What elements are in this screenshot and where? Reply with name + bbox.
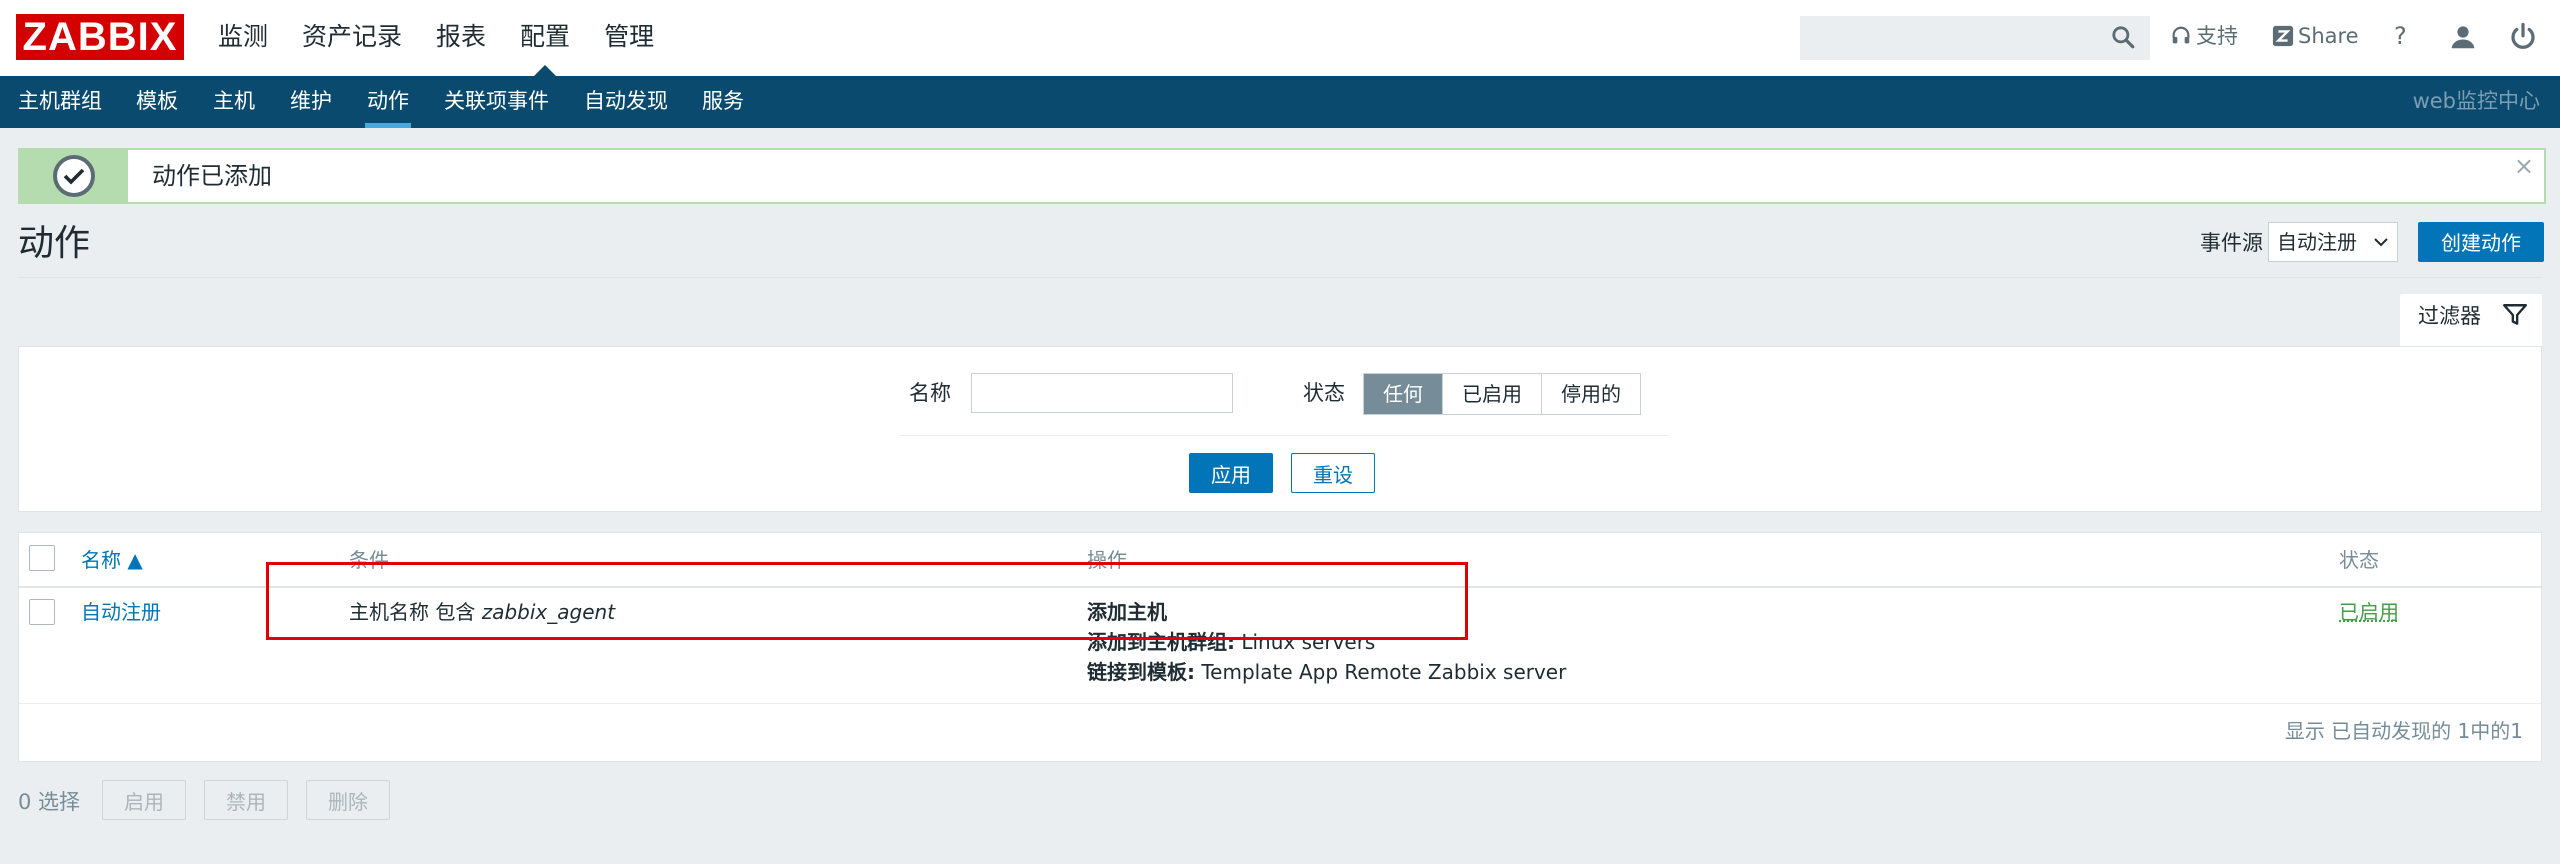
chevron-down-icon [2374, 238, 2388, 247]
message-text: 动作已添加 [152, 162, 272, 190]
row-divider [19, 703, 2541, 704]
create-action-button[interactable]: 创建动作 [2418, 222, 2544, 262]
menu-monitoring[interactable]: 监测 [218, 0, 268, 76]
user-profile-icon[interactable] [2448, 22, 2478, 52]
status-option-enabled[interactable]: 已启用 [1442, 374, 1541, 414]
sub-navigation: 主机群组 模板 主机 维护 动作 关联项事件 自动发现 服务 web监控中心 [0, 76, 2560, 128]
filter-panel: 名称 状态 任何 已启用 停用的 应用 重设 [18, 346, 2542, 512]
operation-3-label: 链接到模板: [1087, 660, 1195, 684]
status-segmented-control: 任何 已启用 停用的 [1363, 373, 1641, 415]
apply-button[interactable]: 应用 [1189, 453, 1273, 493]
filter-tab[interactable]: 过滤器 [2400, 294, 2542, 346]
filter-tab-label: 过滤器 [2418, 304, 2481, 328]
subnav-templates[interactable]: 模板 [136, 76, 178, 128]
menu-administration[interactable]: 管理 [604, 0, 654, 76]
menu-reports[interactable]: 报表 [436, 0, 486, 76]
select-all-checkbox[interactable] [29, 545, 55, 571]
page-title: 动作 [18, 223, 91, 264]
reset-button[interactable]: 重设 [1291, 453, 1375, 493]
subnav-maintenance[interactable]: 维护 [290, 76, 332, 128]
status-option-any[interactable]: 任何 [1364, 374, 1442, 414]
status-enabled-link[interactable]: 已启用 [2339, 597, 2399, 627]
event-source-value: 自动注册 [2277, 230, 2357, 254]
support-label: 支持 [2196, 24, 2238, 48]
message-icon-bar [20, 150, 128, 202]
server-name: web监控中心 [2412, 89, 2540, 113]
event-source-label: 事件源 [2200, 231, 2263, 255]
close-icon[interactable]: × [2514, 152, 2534, 180]
subnav-event-correlation[interactable]: 关联项事件 [444, 76, 549, 128]
operation-3-value: Template App Remote Zabbix server [1195, 660, 1567, 684]
paging-summary: 显示 已自动发现的 1中的1 [2284, 719, 2523, 743]
disable-button[interactable]: 禁用 [204, 780, 288, 820]
event-source-select[interactable]: 自动注册 [2268, 222, 2398, 262]
share-link[interactable]: Share [2272, 20, 2359, 52]
divider [18, 277, 2542, 278]
support-link[interactable]: 支持 [2170, 20, 2238, 52]
status-label: 状态 [1303, 381, 1345, 405]
status-option-disabled[interactable]: 停用的 [1541, 374, 1640, 414]
highlight-box [266, 562, 1468, 640]
share-label: Share [2298, 24, 2359, 48]
column-header-status: 状态 [2339, 548, 2379, 572]
headset-icon [2172, 26, 2190, 44]
enable-button[interactable]: 启用 [102, 780, 186, 820]
action-name-link[interactable]: 自动注册 [81, 597, 161, 627]
operation-link-template: 链接到模板: Template App Remote Zabbix server [1087, 657, 1566, 687]
filter-divider [899, 435, 1669, 436]
success-message: 动作已添加 × [18, 148, 2546, 204]
top-header: ZABBIX 监测 资产记录 报表 配置 管理 支持 Share ? [0, 0, 2560, 76]
name-label: 名称 [909, 381, 951, 405]
subnav-actions[interactable]: 动作 [365, 76, 411, 128]
column-header-name[interactable]: 名称 ▲ [81, 543, 143, 577]
search-icon[interactable] [2110, 24, 2136, 50]
funnel-icon [2502, 304, 2528, 325]
row-checkbox[interactable] [29, 599, 55, 625]
subnav-hosts[interactable]: 主机 [213, 76, 255, 128]
menu-configuration[interactable]: 配置 [520, 0, 570, 76]
delete-button[interactable]: 删除 [306, 780, 390, 820]
subnav-host-groups[interactable]: 主机群组 [18, 76, 102, 128]
subnav-services[interactable]: 服务 [702, 76, 744, 128]
menu-inventory[interactable]: 资产记录 [302, 0, 402, 76]
main-menu: 监测 资产记录 报表 配置 管理 [218, 0, 688, 76]
selected-count: 0 选择 [18, 790, 81, 814]
share-z-icon [2272, 25, 2294, 47]
help-button[interactable]: ? [2394, 20, 2407, 52]
name-filter-input[interactable] [971, 373, 1233, 413]
search-input[interactable] [1800, 16, 2150, 60]
zabbix-logo[interactable]: ZABBIX [16, 14, 184, 60]
power-icon[interactable] [2508, 22, 2538, 52]
subnav-discovery[interactable]: 自动发现 [584, 76, 668, 128]
check-circle-icon [53, 155, 95, 197]
